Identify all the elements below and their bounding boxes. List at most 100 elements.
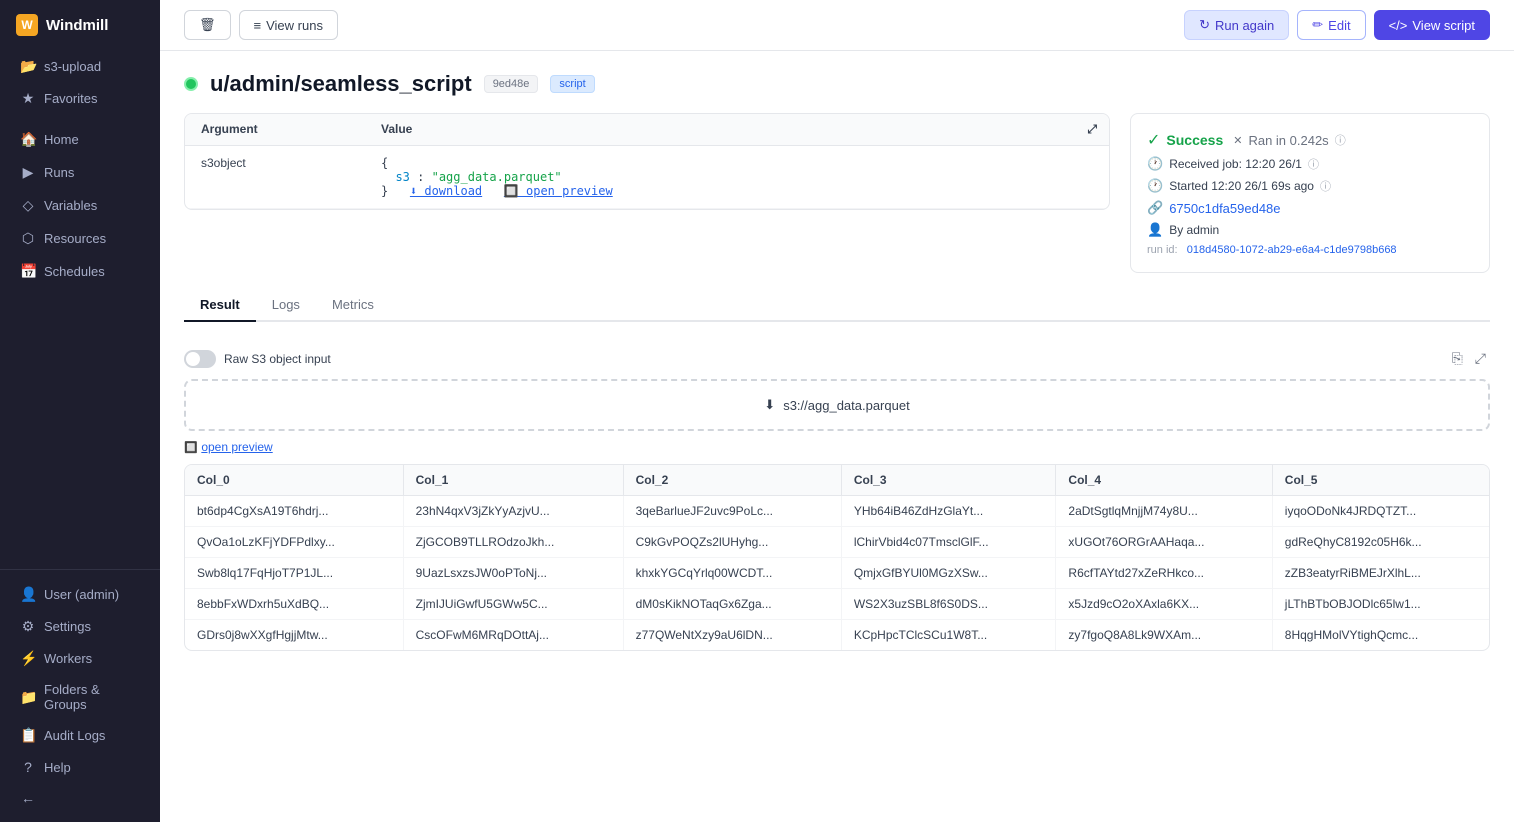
raw-toggle[interactable]: [184, 350, 216, 368]
sidebar: W Windmill 📂 s3-upload ★ Favorites 🏠 Hom…: [0, 0, 160, 822]
sidebar-item-variables[interactable]: ◇ Variables: [4, 190, 156, 221]
sidebar-item-label: User (admin): [44, 587, 119, 602]
run-id-link[interactable]: 018d4580-1072-ab29-e6a4-c1de9798b668: [1187, 244, 1397, 256]
table-cell: jLThBTbOBJODlc65lw1...: [1272, 589, 1489, 620]
sidebar-item-s3upload[interactable]: 📂 s3-upload: [4, 51, 156, 82]
json-key: s3: [395, 170, 409, 184]
download-link[interactable]: ⬇ download: [410, 184, 482, 198]
status-started-row: 🕐 Started 12:20 26/1 69s ago ⓘ: [1147, 178, 1473, 194]
view-script-button[interactable]: </> View script: [1374, 10, 1490, 40]
tab-metrics[interactable]: Metrics: [316, 289, 390, 322]
topbar: 🗑 ≡ View runs ↻ Run again ✏ Edit </> Vie…: [160, 0, 1514, 51]
expand-result-button[interactable]: ⤢: [1471, 346, 1490, 371]
expand-icon[interactable]: ⤢: [1087, 122, 1097, 136]
sidebar-item-favorites[interactable]: ★ Favorites: [4, 83, 156, 114]
status-success-label: Success: [1166, 132, 1223, 148]
data-table: Col_0Col_1Col_2Col_3Col_4Col_5 bt6dp4CgX…: [185, 465, 1489, 650]
header-row: Col_0Col_1Col_2Col_3Col_4Col_5: [185, 465, 1489, 496]
sidebar-item-home[interactable]: 🏠 Home: [4, 124, 156, 155]
table-cell: YHb64iB46ZdHzGlaYt...: [841, 496, 1056, 527]
status-section: ✓ Success ✕ Ran in 0.242s ⓘ 🕐 Received j…: [1130, 113, 1490, 273]
status-by-row: 👤 By admin: [1147, 222, 1473, 238]
code-icon: </>: [1389, 18, 1408, 33]
preview-icon2: 🔲: [184, 442, 198, 454]
arg-table-row: s3object { s3 : "agg_data.parquet" }: [185, 146, 1109, 209]
result-area: Raw S3 object input ⎘ ⤢ ⬇ s3://agg_data.…: [184, 346, 1490, 651]
sidebar-item-settings[interactable]: ⚙ Settings: [4, 611, 156, 642]
table-cell: KCpHpcTClcSCu1W8T...: [841, 620, 1056, 651]
sidebar-item-runs[interactable]: ▶ Runs: [4, 157, 156, 188]
received-label: Received job: 12:20 26/1: [1169, 157, 1302, 171]
table-row: Swb8lq17FqHjoT7P1JL...9UazLsxzsJW0oPToNj…: [185, 558, 1489, 589]
info-icon-received: ⓘ: [1308, 156, 1319, 172]
user-icon2: 👤: [1147, 222, 1163, 238]
table-cell: CscOFwM6MRqDOttAj...: [403, 620, 623, 651]
open-preview-link-inline[interactable]: 🔲 open preview: [504, 184, 613, 198]
by-label: By admin: [1169, 223, 1219, 237]
table-cell: WS2X3uzSBL8f6S0DS...: [841, 589, 1056, 620]
sidebar-item-help[interactable]: ? Help: [4, 752, 156, 782]
app-logo: W Windmill: [0, 0, 160, 50]
tab-logs[interactable]: Logs: [256, 289, 316, 322]
table-cell: gdReQhyC8192c05H6k...: [1272, 527, 1489, 558]
table-cell: x5Jzd9cO2oXAxla6KX...: [1056, 589, 1272, 620]
col-header: Col_1: [403, 465, 623, 496]
copy-button[interactable]: ⎘: [1448, 346, 1467, 371]
run-id-label: run id:: [1147, 244, 1178, 256]
table-cell: 8HqgHMolVYtighQcmc...: [1272, 620, 1489, 651]
sidebar-item-user[interactable]: 👤 User (admin): [4, 579, 156, 610]
toggle-left: Raw S3 object input: [184, 350, 331, 368]
sidebar-item-back[interactable]: ←: [4, 783, 156, 813]
table-row: GDrs0j8wXXgfHgjjMtw...CscOFwM6MRqDOttAj.…: [185, 620, 1489, 651]
table-cell: Swb8lq17FqHjoT7P1JL...: [185, 558, 403, 589]
table-cell: QvOa1oLzKFjYDFPdlxy...: [185, 527, 403, 558]
download-box[interactable]: ⬇ s3://agg_data.parquet: [184, 379, 1490, 431]
calendar-icon: 📅: [20, 263, 36, 280]
folders-icon: 📁: [20, 689, 36, 706]
col-arg-header: Argument: [185, 114, 365, 145]
sidebar-item-resources[interactable]: ⬡ Resources: [4, 223, 156, 254]
main-content: 🗑 ≡ View runs ↻ Run again ✏ Edit </> Vie…: [160, 0, 1514, 822]
table-cell: C9kGvPOQZs2lUHyhg...: [623, 527, 841, 558]
download-s3-label: s3://agg_data.parquet: [783, 398, 910, 413]
delete-button[interactable]: 🗑: [184, 10, 231, 40]
sidebar-item-folders-groups[interactable]: 📁 Folders & Groups: [4, 675, 156, 719]
sidebar-bottom: 👤 User (admin) ⚙ Settings ⚡ Workers 📁 Fo…: [0, 569, 160, 822]
col-val-header: Value: [365, 114, 1075, 145]
table-cell: khxkYGCqYrlq00WCDT...: [623, 558, 841, 589]
audit-icon: 📋: [20, 727, 36, 744]
job-id-link[interactable]: 6750c1dfa59ed48e: [1169, 201, 1280, 216]
status-jobid-row: 🔗 6750c1dfa59ed48e: [1147, 200, 1473, 216]
clock-icon: 🕐: [1147, 156, 1163, 172]
raw-toggle-row: Raw S3 object input ⎘ ⤢: [184, 346, 1490, 371]
hash-badge: 9ed48e: [484, 75, 539, 93]
logo-icon: W: [16, 14, 38, 36]
sidebar-item-label: Resources: [44, 231, 106, 246]
data-table-wrap: Col_0Col_1Col_2Col_3Col_4Col_5 bt6dp4CgX…: [184, 464, 1490, 651]
table-row: 8ebbFxWDxrh5uXdBQ...ZjmIJUiGwfU5GWw5C...…: [185, 589, 1489, 620]
result-actions: ⎘ ⤢: [1448, 346, 1490, 371]
sidebar-item-schedules[interactable]: 📅 Schedules: [4, 256, 156, 287]
sidebar-item-workers[interactable]: ⚡ Workers: [4, 643, 156, 674]
tab-result[interactable]: Result: [184, 289, 256, 322]
run-again-button[interactable]: ↻ Run again: [1184, 10, 1289, 40]
view-runs-button[interactable]: ≡ View runs: [239, 10, 338, 40]
table-row: QvOa1oLzKFjYDFPdlxy...ZjGCOB9TLLROdzoJkh…: [185, 527, 1489, 558]
open-preview-link[interactable]: open preview: [201, 440, 272, 454]
data-table-header: Col_0Col_1Col_2Col_3Col_4Col_5: [185, 465, 1489, 496]
user-icon: 👤: [20, 586, 36, 603]
sidebar-item-label: Settings: [44, 619, 91, 634]
status-success-row: ✓ Success ✕ Ran in 0.242s ⓘ: [1147, 130, 1473, 150]
table-cell: ZjGCOB9TLLROdzoJkh...: [403, 527, 623, 558]
edit-button[interactable]: ✏ Edit: [1297, 10, 1365, 40]
resource-icon: ⬡: [20, 230, 36, 247]
argument-section: Argument Value ⤢ s3object { s3 :: [184, 113, 1110, 210]
table-cell: R6cfTAYtd27xZeRHkco...: [1056, 558, 1272, 589]
sidebar-item-label: Variables: [44, 198, 97, 213]
table-cell: QmjxGfBYUl0MGzXSw...: [841, 558, 1056, 589]
arg-value: { s3 : "agg_data.parquet" } ⬇ download: [365, 146, 1109, 208]
status-received-row: 🕐 Received job: 12:20 26/1 ⓘ: [1147, 156, 1473, 172]
sidebar-item-audit-logs[interactable]: 📋 Audit Logs: [4, 720, 156, 751]
table-cell: 8ebbFxWDxrh5uXdBQ...: [185, 589, 403, 620]
json-close: } ⬇ download 🔲 open preview: [381, 184, 1093, 198]
